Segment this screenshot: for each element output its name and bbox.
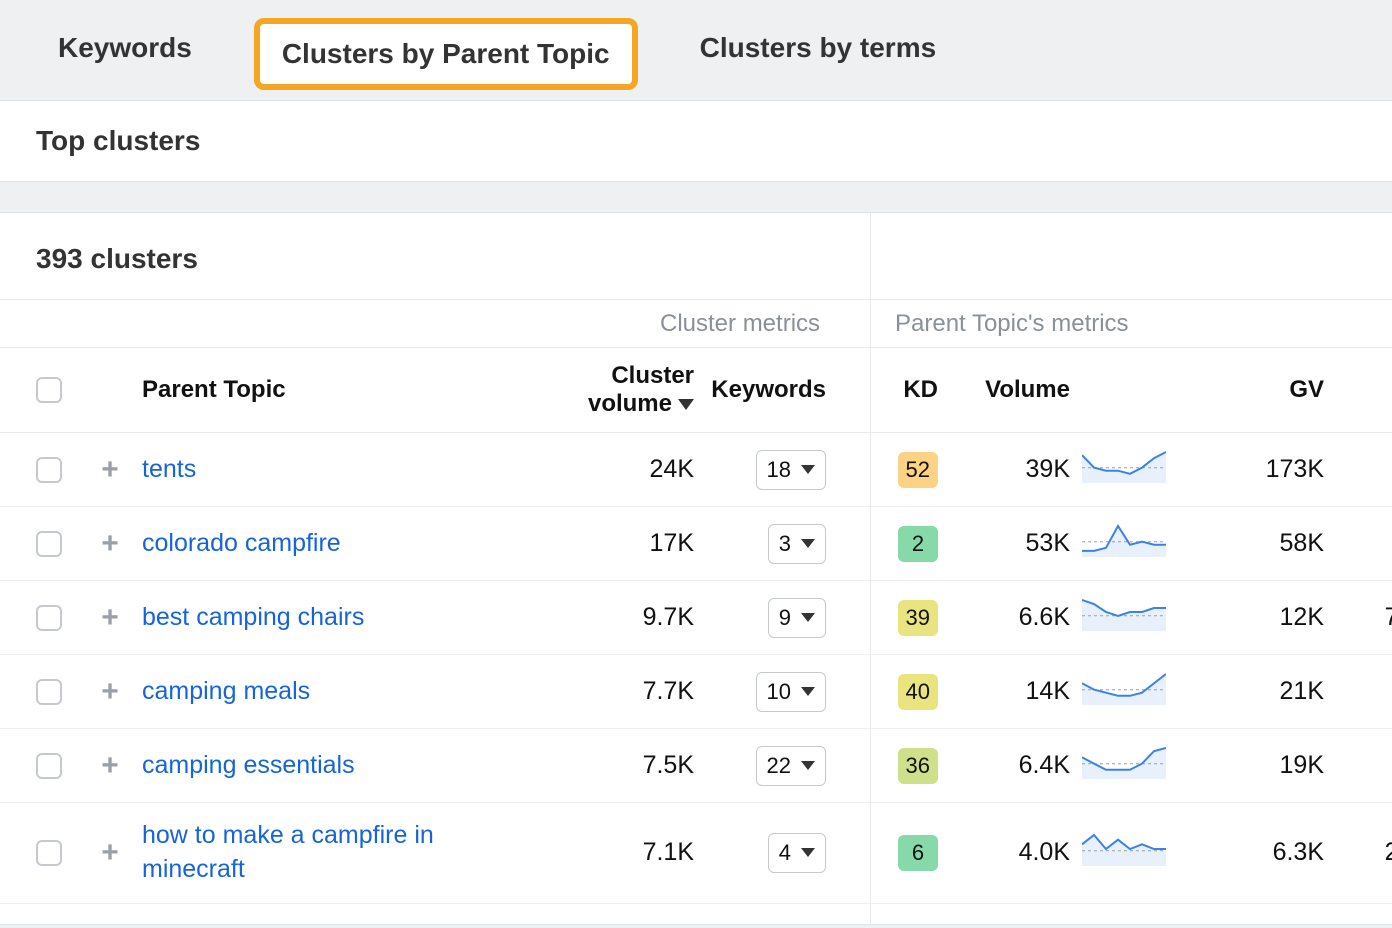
kd-badge: 2: [898, 526, 938, 562]
expand-icon[interactable]: +: [90, 603, 130, 633]
sort-desc-icon: [678, 399, 694, 410]
tp-value: 7.7K: [1336, 603, 1392, 632]
chevron-down-icon: [801, 539, 815, 548]
chevron-down-icon: [801, 465, 815, 474]
row-checkbox[interactable]: [36, 605, 62, 631]
keywords-dropdown[interactable]: 9: [768, 598, 826, 638]
col-cluster-volume[interactable]: Cluster volume: [544, 362, 694, 418]
parent-topic-link[interactable]: how to make a campfire in minecraft: [142, 819, 532, 887]
volume-value: 4.0K: [950, 838, 1070, 867]
parent-topic-link[interactable]: colorado campfire: [142, 527, 532, 561]
expand-icon[interactable]: +: [90, 529, 130, 559]
tp-value: 53K: [1336, 677, 1392, 706]
parent-topic-link[interactable]: best camping chairs: [142, 601, 532, 635]
gv-value: 6.3K: [1194, 838, 1324, 867]
kd-badge: 36: [898, 748, 938, 784]
sparkline-icon: [1082, 832, 1166, 866]
tab-clusters-by-parent-topic[interactable]: Clusters by Parent Topic: [254, 18, 638, 90]
table-row: + how to make a campfire in minecraft 7.…: [0, 803, 1392, 904]
gv-value: 58K: [1194, 529, 1324, 558]
parent-topic-link[interactable]: camping meals: [142, 675, 532, 709]
gv-value: 19K: [1194, 751, 1324, 780]
gv-value: 173K: [1194, 455, 1324, 484]
kd-badge: 40: [898, 674, 938, 710]
volume-sparkline: [1082, 597, 1182, 638]
cluster-volume-value: 7.5K: [544, 751, 694, 780]
parent-topic-metrics-label: Parent Topic's metrics: [895, 310, 1129, 338]
tab-clusters-by-terms[interactable]: Clusters by terms: [678, 18, 959, 90]
expand-icon[interactable]: +: [90, 455, 130, 485]
sparkline-icon: [1082, 745, 1166, 779]
volume-sparkline: [1082, 745, 1182, 786]
kd-badge: 39: [898, 600, 938, 636]
keywords-dropdown[interactable]: 3: [768, 524, 826, 564]
chevron-down-icon: [801, 761, 815, 770]
row-checkbox[interactable]: [36, 840, 62, 866]
table-row: + best camping chairs 9.7K 9 39 6.6K 12K…: [0, 581, 1392, 655]
tabs-bar: Keywords Clusters by Parent Topic Cluste…: [0, 0, 1392, 100]
row-checkbox[interactable]: [36, 457, 62, 483]
tab-keywords[interactable]: Keywords: [36, 18, 214, 90]
cluster-count: 393 clusters: [0, 213, 1392, 300]
chevron-down-icon: [801, 848, 815, 857]
col-parent-topic[interactable]: Parent Topic: [142, 376, 532, 404]
row-checkbox[interactable]: [36, 753, 62, 779]
row-checkbox[interactable]: [36, 531, 62, 557]
tp-value: 19K: [1336, 529, 1392, 558]
tp-value: 2.2K: [1336, 838, 1392, 867]
parent-topic-link[interactable]: tents: [142, 453, 532, 487]
row-checkbox[interactable]: [36, 679, 62, 705]
cluster-volume-value: 7.7K: [544, 677, 694, 706]
sparkline-icon: [1082, 523, 1166, 557]
keywords-dropdown[interactable]: 18: [756, 450, 826, 490]
sparkline-icon: [1082, 671, 1166, 705]
tp-value: 38K: [1336, 455, 1392, 484]
chevron-down-icon: [801, 613, 815, 622]
col-kd[interactable]: KD: [838, 376, 938, 404]
gv-value: 12K: [1194, 603, 1324, 632]
col-keywords[interactable]: Keywords: [706, 376, 826, 404]
cluster-volume-value: 24K: [544, 455, 694, 484]
volume-value: 6.6K: [950, 603, 1070, 632]
gv-value: 21K: [1194, 677, 1324, 706]
volume-sparkline: [1082, 523, 1182, 564]
volume-sparkline: [1082, 832, 1182, 873]
volume-sparkline: [1082, 449, 1182, 490]
volume-value: 14K: [950, 677, 1070, 706]
volume-value: 53K: [950, 529, 1070, 558]
volume-value: 39K: [950, 455, 1070, 484]
keywords-dropdown[interactable]: 22: [756, 746, 826, 786]
table-row: + colorado campfire 17K 3 2 53K 58K 19K: [0, 507, 1392, 581]
table-row: + camping meals 7.7K 10 40 14K 21K 53K: [0, 655, 1392, 729]
volume-value: 6.4K: [950, 751, 1070, 780]
expand-icon[interactable]: +: [90, 751, 130, 781]
expand-icon[interactable]: +: [90, 838, 130, 868]
expand-icon[interactable]: +: [90, 677, 130, 707]
chevron-down-icon: [801, 687, 815, 696]
cluster-metrics-label: Cluster metrics: [660, 310, 820, 338]
cluster-volume-value: 7.1K: [544, 838, 694, 867]
select-all-checkbox[interactable]: [36, 377, 62, 403]
keywords-dropdown[interactable]: 4: [768, 833, 826, 873]
cluster-volume-value: 17K: [544, 529, 694, 558]
tp-value: 44K: [1336, 751, 1392, 780]
volume-sparkline: [1082, 671, 1182, 712]
sparkline-icon: [1082, 597, 1166, 631]
top-clusters-heading: Top clusters: [0, 101, 1392, 181]
sparkline-icon: [1082, 449, 1166, 483]
kd-badge: 52: [898, 452, 938, 488]
keywords-dropdown[interactable]: 10: [756, 672, 826, 712]
col-tp[interactable]: TP: [1336, 376, 1392, 404]
table-row: + tents 24K 18 52 39K 173K 38K: [0, 433, 1392, 507]
table-row: + camping essentials 7.5K 22 36 6.4K 19K…: [0, 729, 1392, 803]
col-volume[interactable]: Volume: [950, 376, 1070, 404]
kd-badge: 6: [898, 835, 938, 871]
cluster-volume-value: 9.7K: [544, 603, 694, 632]
col-gv[interactable]: GV: [1194, 376, 1324, 404]
parent-topic-link[interactable]: camping essentials: [142, 749, 532, 783]
